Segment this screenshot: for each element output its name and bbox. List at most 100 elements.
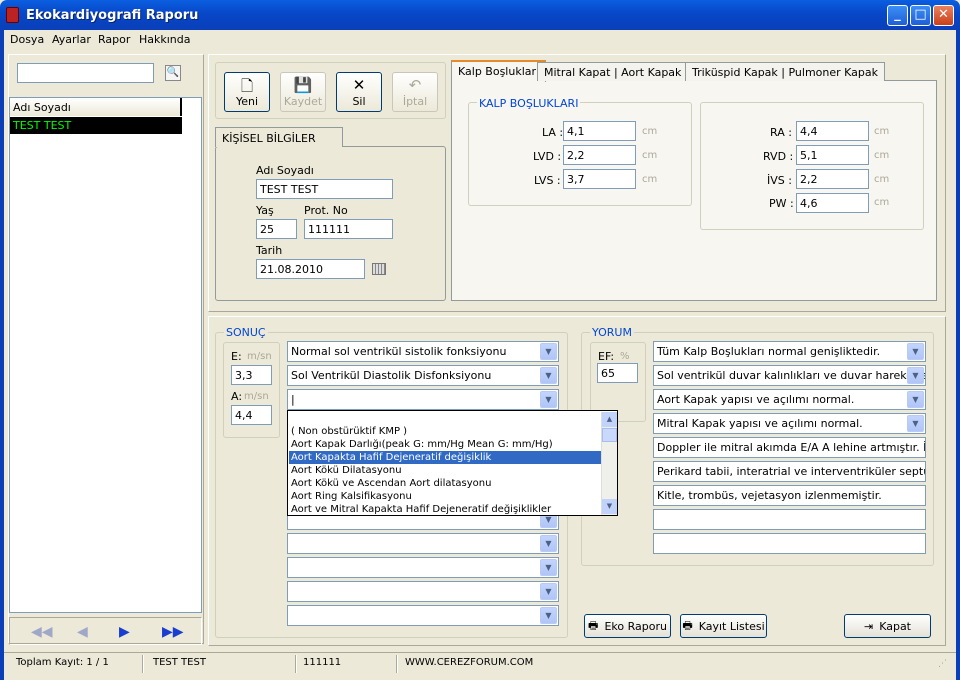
undo-icon: ↶ — [408, 76, 422, 94]
result-combo-1[interactable]: Normal sol ventrikül sistolik fonksiyonu… — [287, 341, 559, 362]
dropdown-scrollbar[interactable]: ▲ ▼ — [601, 412, 617, 515]
menu-rapor[interactable]: Rapor — [98, 33, 130, 46]
e-unit: m/sn — [247, 351, 272, 362]
first-record-icon[interactable]: ◀◀ — [31, 624, 53, 640]
prev-record-icon[interactable]: ◀ — [77, 624, 88, 640]
ef-unit: % — [620, 351, 630, 362]
personal-info-tab[interactable]: KİŞİSEL BİLGİLER — [215, 127, 343, 147]
comment-combo-4[interactable]: Mitral Kapak yapısı ve açılımı normal. ▼ — [653, 413, 926, 434]
maximize-icon[interactable]: □ — [910, 5, 931, 26]
calendar-icon[interactable] — [372, 263, 386, 275]
result-combo-3[interactable]: | ▼ — [287, 389, 559, 410]
comment-title: YORUM — [590, 326, 634, 339]
name-field[interactable]: TEST TEST — [256, 179, 393, 199]
record-list-button[interactable]: 🖶 Kayıt Listesi — [680, 614, 767, 638]
delete-button[interactable]: ✕ Sil — [336, 72, 382, 112]
menu-hakkinda[interactable]: Hakkında — [139, 33, 191, 46]
prot-label: Prot. No — [304, 204, 348, 217]
status-separator — [396, 655, 398, 673]
prot-field[interactable]: 111111 — [304, 219, 393, 239]
la-field[interactable]: 4,1 — [563, 121, 636, 141]
list-header[interactable]: Adı Soyadı — [10, 98, 182, 116]
chevron-down-icon[interactable]: ▼ — [907, 415, 924, 432]
dropdown-item[interactable]: Aort Kökü ve Ascendan Aort dilatasyonu — [289, 477, 601, 490]
menu-bar: Dosya Ayarlar Rapor Hakkında — [4, 30, 956, 50]
result-title: SONUÇ — [224, 326, 268, 339]
rvd-field[interactable]: 5,1 — [796, 145, 869, 165]
chevron-down-icon[interactable]: ▼ — [540, 583, 557, 600]
pw-field[interactable]: 4,6 — [796, 193, 869, 213]
minimize-icon[interactable]: _ — [887, 5, 908, 26]
search-icon[interactable]: 🔍 — [165, 65, 181, 81]
ef-field[interactable]: 65 — [597, 363, 638, 383]
cancel-button[interactable]: ↶ İptal — [392, 72, 438, 112]
chevron-down-icon[interactable]: ▼ — [907, 343, 924, 360]
comment-text-4[interactable] — [653, 509, 926, 530]
dropdown-item[interactable]: Aort Kökü Dilatasyonu — [289, 464, 601, 477]
status-name: TEST TEST — [153, 657, 206, 668]
e-label: E: — [231, 350, 242, 363]
chevron-down-icon[interactable]: ▼ — [907, 367, 924, 384]
list-item[interactable]: TEST TEST — [10, 117, 182, 134]
ivs-field[interactable]: 2,2 — [796, 169, 869, 189]
new-button[interactable]: 🗋 Yeni — [224, 72, 270, 112]
exit-door-icon: ⇥ — [863, 619, 874, 633]
resize-grip-icon[interactable]: ⋰ — [938, 659, 947, 669]
dropdown-item[interactable]: ( Non obstürüktif KMP ) — [289, 425, 601, 438]
age-field[interactable]: 25 — [256, 219, 297, 239]
tab-mitral-aort[interactable]: Mitral Kapat | Aort Kapak — [537, 62, 689, 81]
result-combo-8[interactable]: ▼ — [287, 605, 559, 626]
menu-dosya[interactable]: Dosya — [10, 33, 44, 46]
result-combo-2[interactable]: Sol Ventrikül Diastolik Disfonksiyonu ▼ — [287, 365, 559, 386]
status-total: Toplam Kayıt: 1 / 1 — [16, 657, 109, 668]
scroll-up-icon[interactable]: ▲ — [602, 412, 617, 427]
tab-kalp-bosluklari[interactable]: Kalp Boşlukları — [451, 60, 547, 82]
status-site: WWW.CEREZFORUM.COM — [405, 657, 534, 668]
result-combo-5[interactable]: ▼ — [287, 533, 559, 554]
close-button[interactable]: ⇥ Kapat — [844, 614, 931, 638]
dropdown-item[interactable]: Aort ve Mitral Kapakta Hafif Dejeneratif… — [289, 503, 601, 516]
chevron-down-icon[interactable]: ▼ — [540, 559, 557, 576]
lvs-field[interactable]: 3,7 — [563, 169, 636, 189]
scroll-thumb[interactable] — [602, 428, 617, 442]
comment-text-3[interactable]: Kitle, trombüs, vejetasyon izlenmemiştir… — [653, 485, 926, 506]
dropdown-item[interactable]: Aort Kapak Darlığı(peak G: mm/Hg Mean G:… — [289, 438, 601, 451]
scroll-down-icon[interactable]: ▼ — [602, 499, 617, 514]
comment-combo-1[interactable]: Tüm Kalp Boşlukları normal genişliktedir… — [653, 341, 926, 362]
comment-combo-2[interactable]: Sol ventrikül duvar kalınlıkları ve duva… — [653, 365, 926, 386]
eko-report-button[interactable]: 🖶 Eko Raporu — [584, 614, 671, 638]
menu-ayarlar[interactable]: Ayarlar — [52, 33, 91, 46]
dropdown-item[interactable]: Aort Ring Kalsifikasyonu — [289, 490, 601, 503]
dropdown-item[interactable] — [289, 412, 601, 425]
date-field[interactable]: 21.08.2010 — [256, 259, 365, 279]
search-input[interactable] — [17, 63, 154, 83]
comment-text-5[interactable] — [653, 533, 926, 554]
chevron-down-icon[interactable]: ▼ — [540, 535, 557, 552]
result-combo-6[interactable]: ▼ — [287, 557, 559, 578]
chevron-down-icon[interactable]: ▼ — [907, 391, 924, 408]
close-icon[interactable]: ✕ — [933, 5, 954, 26]
next-record-icon[interactable]: ▶ — [119, 624, 130, 640]
e-field[interactable]: 3,3 — [231, 365, 272, 385]
dropdown-items: ( Non obstürüktif KMP ) Aort Kapak Darlı… — [289, 412, 601, 515]
dropdown-list[interactable]: ( Non obstürüktif KMP ) Aort Kapak Darlı… — [287, 410, 618, 516]
result-combo-7[interactable]: ▼ — [287, 581, 559, 602]
save-button[interactable]: 💾 Kaydet — [280, 72, 326, 112]
ra-field[interactable]: 4,4 — [796, 121, 869, 141]
chevron-down-icon[interactable]: ▼ — [540, 343, 557, 360]
comment-text-2[interactable]: Perikard tabii, interatrial ve intervent… — [653, 461, 926, 482]
chevron-down-icon[interactable]: ▼ — [540, 367, 557, 384]
last-record-icon[interactable]: ▶▶ — [162, 624, 184, 640]
patient-list[interactable] — [9, 97, 202, 613]
a-field[interactable]: 4,4 — [231, 405, 272, 425]
title-bar[interactable]: Ekokardiyografi Raporu _ □ ✕ — [0, 0, 960, 30]
dropdown-item-selected[interactable]: Aort Kapakta Hafif Dejeneratif değişikli… — [289, 451, 601, 464]
chevron-down-icon[interactable]: ▼ — [540, 391, 557, 408]
comment-combo-3[interactable]: Aort Kapak yapısı ve açılımı normal. ▼ — [653, 389, 926, 410]
window-title: Ekokardiyografi Raporu — [26, 8, 199, 23]
chevron-down-icon[interactable]: ▼ — [540, 607, 557, 624]
tab-trikuspid-pulmoner[interactable]: Triküspid Kapak | Pulmoner Kapak — [685, 62, 886, 81]
lvd-field[interactable]: 2,2 — [563, 145, 636, 165]
comment-text-1[interactable]: Doppler ile mitral akımda E/A A lehine a… — [653, 437, 926, 458]
printer-icon: 🖶 — [588, 618, 599, 632]
